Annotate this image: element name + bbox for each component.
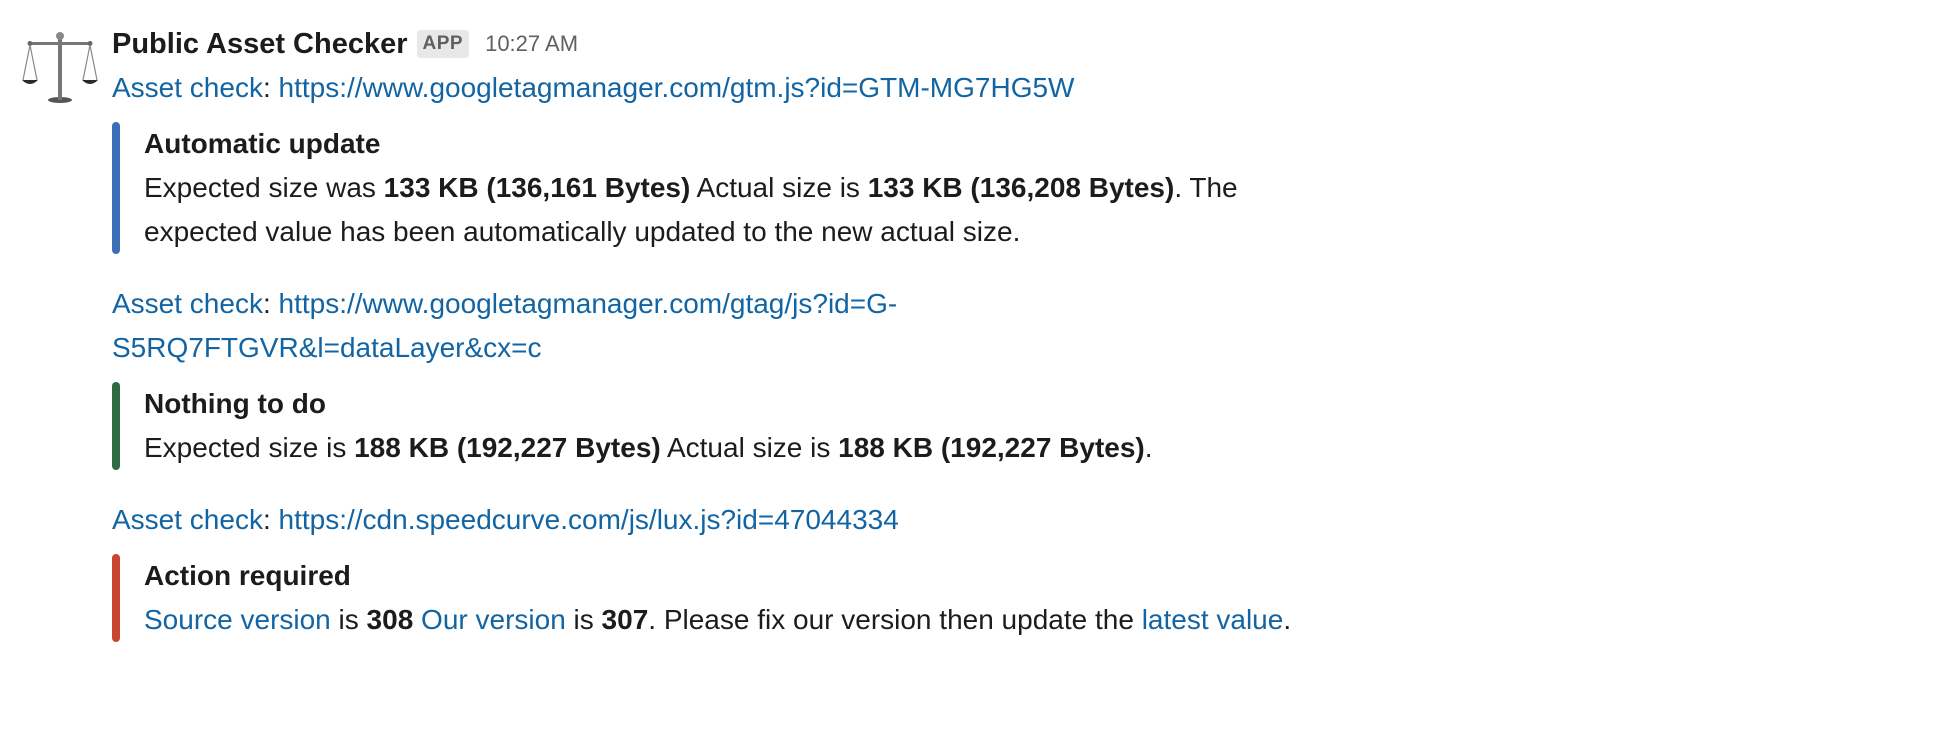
attachment-automatic-update: Automatic update Expected size was 133 K… <box>112 122 1384 254</box>
source-version-value: 308 <box>366 604 414 635</box>
asset-check-line: Asset check: https://www.googletagmanage… <box>112 288 898 363</box>
asset-check-link[interactable]: Asset check <box>112 504 263 535</box>
asset-check-line: Asset check: https://cdn.speedcurve.com/… <box>112 504 899 535</box>
message-header: Public Asset Checker APP 10:27 AM <box>112 22 1412 66</box>
expected-size: 133 KB (136,161 Bytes) <box>383 172 691 203</box>
attachment-title: Nothing to do <box>144 388 326 419</box>
message-content: Public Asset Checker APP 10:27 AM Asset … <box>112 22 1412 670</box>
message: Public Asset Checker APP 10:27 AM Asset … <box>0 0 1934 742</box>
latest-value-link[interactable]: latest value <box>1142 604 1284 635</box>
body-text: Actual size is <box>690 172 868 203</box>
body-text <box>413 604 421 635</box>
body-text: Expected size is <box>144 432 355 463</box>
body-text: . Please fix our version then update the <box>648 604 1142 635</box>
attachment-body: Source version is 308 Our version is 307… <box>144 598 1324 642</box>
body-text: . <box>1283 604 1292 635</box>
body-text: Expected size was <box>144 172 384 203</box>
asset-check-line: Asset check: https://www.googletagmanage… <box>112 72 1075 103</box>
body-text: Actual size is <box>660 432 839 463</box>
actual-size: 188 KB (192,227 Bytes) <box>838 432 1145 463</box>
attachment-title: Automatic update <box>144 128 381 159</box>
attachment-color-bar <box>112 122 120 254</box>
attachment-nothing-to-do: Nothing to do Expected size is 188 KB (1… <box>112 382 1384 470</box>
attachment-action-required: Action required Source version is 308 Ou… <box>112 554 1384 642</box>
body-text: . <box>1144 432 1153 463</box>
attachment-body: Expected size was 133 KB (136,161 Bytes)… <box>144 166 1324 254</box>
our-version-link[interactable]: Our version <box>421 604 566 635</box>
asset-url-link[interactable]: https://www.googletagmanager.com/gtm.js?… <box>279 72 1075 103</box>
attachment-color-bar <box>112 382 120 470</box>
actual-size: 133 KB (136,208 Bytes) <box>867 172 1175 203</box>
attachment-body: Expected size is 188 KB (192,227 Bytes) … <box>144 426 1384 470</box>
app-badge: APP <box>416 30 470 58</box>
sender-name[interactable]: Public Asset Checker <box>112 28 408 61</box>
asset-check-link[interactable]: Asset check <box>112 72 263 103</box>
source-version-link[interactable]: Source version <box>144 604 331 635</box>
timestamp[interactable]: 10:27 AM <box>485 31 578 57</box>
attachment-color-bar <box>112 554 120 642</box>
scales-of-justice-icon[interactable] <box>22 28 98 104</box>
body-text: is <box>565 604 602 635</box>
expected-size: 188 KB (192,227 Bytes) <box>354 432 661 463</box>
asset-url-link[interactable]: https://cdn.speedcurve.com/js/lux.js?id=… <box>279 504 899 535</box>
body-text: is <box>330 604 367 635</box>
our-version-value: 307 <box>601 604 649 635</box>
attachment-title: Action required <box>144 560 351 591</box>
asset-check-link[interactable]: Asset check <box>112 288 263 319</box>
